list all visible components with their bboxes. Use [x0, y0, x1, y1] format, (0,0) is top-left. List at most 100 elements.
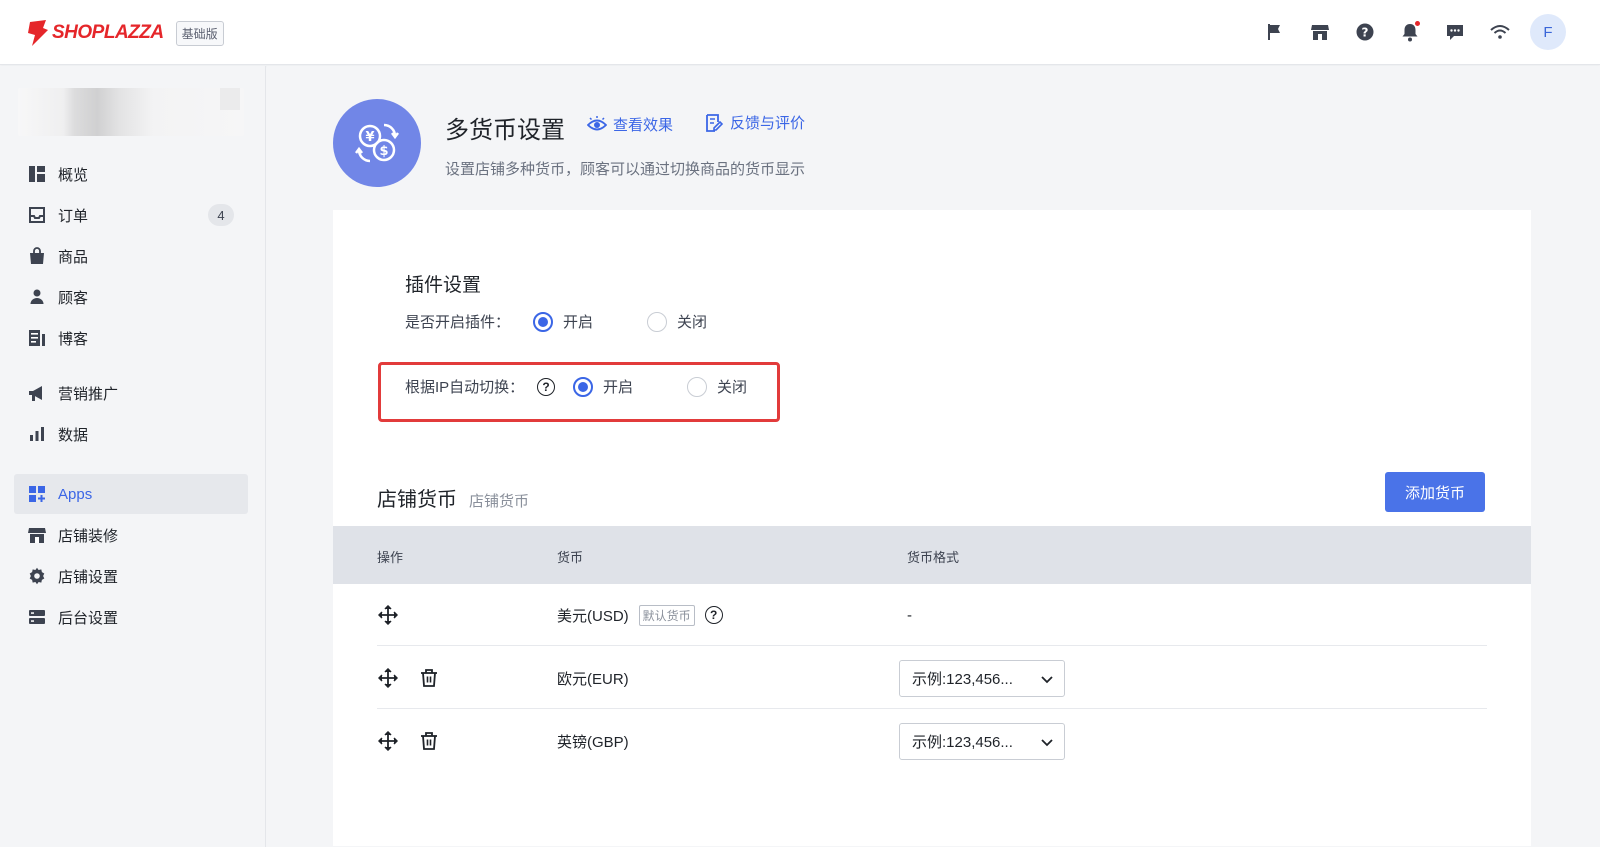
main-content: ¥ $ 多货币设置 查看效果 反馈与评价 设置店铺多种货币，顾客可以通过切换商品… — [267, 66, 1600, 847]
eye-icon — [587, 115, 607, 130]
notification-dot — [1415, 21, 1420, 26]
sidebar-item-store-settings[interactable]: 店铺设置 — [14, 556, 248, 596]
sidebar-item-label: 商品 — [58, 248, 89, 266]
sidebar-item-theme[interactable]: 店铺装修 — [14, 515, 248, 555]
auto-switch-on-radio[interactable]: 开启 — [573, 376, 687, 397]
radio-unchecked-icon — [687, 376, 707, 397]
auto-switch-row: 根据IP自动切换： ? 开启 关闭 — [405, 376, 747, 397]
store-name-blurred[interactable] — [18, 88, 244, 136]
store-currency-heading: 店铺货币 店铺货币 — [377, 483, 529, 512]
sidebar-item-label: 店铺装修 — [58, 527, 119, 545]
svg-text:¥: ¥ — [365, 130, 374, 145]
default-currency-tag: 默认货币 — [638, 604, 695, 626]
radio-label: 开启 — [563, 314, 594, 331]
enable-plugin-row: 是否开启插件： 开启 关闭 — [405, 311, 707, 332]
radio-label: 关闭 — [677, 314, 708, 331]
currency-exchange-icon: ¥ $ — [355, 123, 399, 163]
plan-badge: 基础版 — [175, 20, 224, 46]
sidebar-item-orders[interactable]: 订单 4 — [14, 195, 248, 235]
select-value: 示例:123,456... — [912, 670, 1013, 688]
currency-name: 欧元(EUR) — [557, 670, 629, 688]
server-icon — [28, 608, 46, 626]
wifi-icon[interactable] — [1477, 14, 1522, 50]
table-row: 美元(USD) 默认货币 ? - — [377, 584, 1487, 646]
brand-name: SHOPLAZZA — [52, 22, 164, 43]
overview-icon — [28, 165, 46, 183]
flag-icon[interactable] — [1252, 14, 1297, 50]
page-subtitle: 设置店铺多种货币，顾客可以通过切换商品的货币显示 — [445, 161, 806, 178]
select-value: 示例:123,456... — [912, 733, 1013, 751]
chat-icon[interactable] — [1432, 14, 1477, 50]
help-icon[interactable]: ? — [1342, 14, 1387, 50]
sidebar-item-analytics[interactable]: 数据 — [14, 414, 248, 454]
add-currency-button[interactable]: 添加货币 — [1385, 472, 1485, 512]
currency-format-select[interactable]: 示例:123,456... — [899, 722, 1065, 760]
currency-format-value: - — [907, 606, 912, 624]
help-icon[interactable]: ? — [704, 606, 723, 624]
chevron-down-icon — [1041, 675, 1053, 683]
currency-app-logo: ¥ $ — [333, 99, 421, 187]
enable-plugin-on-radio[interactable]: 开启 — [533, 311, 647, 332]
column-header-format: 货币格式 — [907, 550, 960, 565]
radio-checked-icon — [573, 376, 593, 397]
sidebar-item-customers[interactable]: 顾客 — [14, 277, 248, 317]
bell-icon[interactable] — [1387, 14, 1432, 50]
enable-plugin-off-radio[interactable]: 关闭 — [647, 311, 707, 332]
auto-switch-label: 根据IP自动切换： — [405, 379, 525, 396]
sidebar-item-label: 概览 — [58, 166, 89, 184]
table-header: 操作 货币 货币格式 — [333, 526, 1531, 584]
auto-switch-off-radio[interactable]: 关闭 — [687, 376, 747, 397]
column-header-actions: 操作 — [377, 550, 404, 565]
sidebar-item-label: 后台设置 — [58, 609, 119, 627]
sidebar-item-apps[interactable]: Apps — [14, 474, 248, 514]
sidebar: 概览 订单 4 商品 顾客 博客 营销推广 数据 Apps 店铺装修 店铺设置 … — [0, 66, 266, 847]
enable-plugin-label: 是否开启插件： — [405, 314, 511, 331]
apps-icon — [28, 485, 46, 503]
gear-icon — [28, 567, 46, 585]
sidebar-item-label: 营销推广 — [58, 385, 119, 403]
storefront-icon — [28, 526, 46, 544]
currency-name: 美元(USD) — [557, 607, 629, 625]
table-row: 英镑(GBP) 示例:123,456... — [377, 710, 1487, 772]
page-title: 多货币设置 — [445, 117, 565, 144]
sidebar-item-blog[interactable]: 博客 — [14, 318, 248, 358]
help-icon[interactable]: ? — [537, 377, 555, 396]
person-icon — [28, 288, 46, 306]
shoplazza-logo-icon — [28, 20, 48, 46]
megaphone-icon — [28, 384, 46, 402]
blog-icon — [28, 329, 46, 347]
trash-icon[interactable] — [418, 730, 440, 752]
drag-move-icon[interactable] — [377, 667, 399, 689]
nav-group-main: 概览 订单 4 商品 顾客 博客 — [14, 154, 248, 359]
drag-move-icon[interactable] — [377, 604, 399, 626]
radio-checked-icon — [533, 311, 553, 332]
bag-icon — [28, 247, 46, 265]
top-actions: ? F — [1252, 14, 1566, 50]
sidebar-item-label: Apps — [58, 485, 93, 503]
inbox-icon — [28, 206, 46, 224]
trash-icon[interactable] — [418, 667, 440, 689]
feedback-link[interactable]: 反馈与评价 — [704, 112, 805, 133]
top-bar: SHOPLAZZA 基础版 ? F — [0, 0, 1600, 65]
view-effect-link[interactable]: 查看效果 — [587, 114, 673, 135]
brand[interactable]: SHOPLAZZA 基础版 — [26, 18, 224, 48]
store-icon[interactable] — [1297, 14, 1342, 50]
sidebar-item-label: 数据 — [58, 426, 89, 444]
avatar[interactable]: F — [1530, 14, 1566, 50]
table-row: 欧元(EUR) 示例:123,456... — [377, 647, 1487, 709]
radio-unchecked-icon — [647, 311, 667, 332]
bar-chart-icon — [28, 425, 46, 443]
radio-label: 关闭 — [717, 379, 748, 396]
sidebar-item-admin-settings[interactable]: 后台设置 — [14, 597, 248, 637]
column-header-currency: 货币 — [557, 550, 584, 565]
svg-text:?: ? — [1361, 26, 1368, 40]
sidebar-item-label: 店铺设置 — [58, 568, 119, 586]
drag-move-icon[interactable] — [377, 730, 399, 752]
sidebar-item-label: 博客 — [58, 330, 89, 348]
currency-format-select[interactable]: 示例:123,456... — [899, 659, 1065, 697]
radio-label: 开启 — [603, 379, 634, 396]
sidebar-item-overview[interactable]: 概览 — [14, 154, 248, 194]
sidebar-item-marketing[interactable]: 营销推广 — [14, 373, 248, 413]
feedback-label: 反馈与评价 — [730, 115, 806, 132]
sidebar-item-products[interactable]: 商品 — [14, 236, 248, 276]
